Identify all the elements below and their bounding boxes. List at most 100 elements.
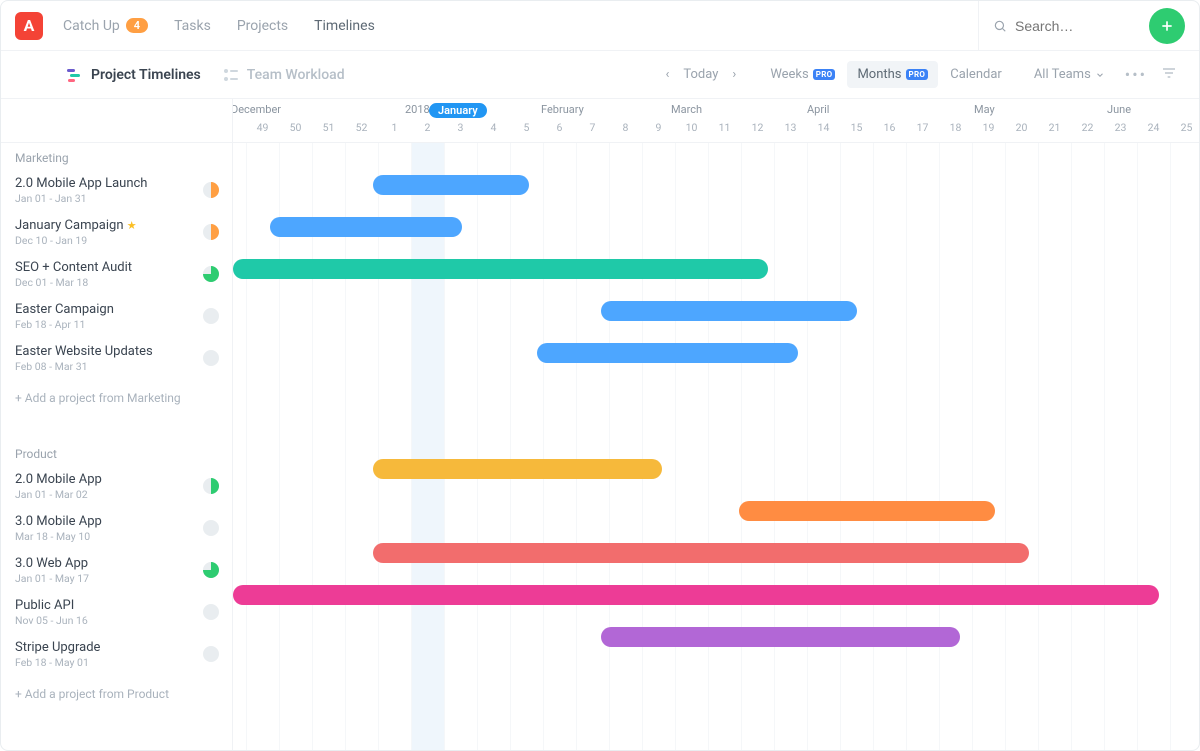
gantt-row [233,449,1199,491]
scale-calendar[interactable]: Calendar [940,61,1012,88]
project-name: 2.0 Mobile App [15,472,194,487]
project-row[interactable]: January Campaign ★Dec 10 - Jan 19 [1,211,232,253]
week-label: 23 [1104,121,1137,134]
gantt-row [233,617,1199,659]
nav-catch-up[interactable]: Catch Up 4 [63,18,148,34]
search-input[interactable] [1015,18,1125,34]
project-name: January Campaign ★ [15,218,194,233]
filter-button[interactable] [1157,61,1181,89]
gantt-row [233,491,1199,533]
timeline-icon [67,67,83,83]
nav-projects[interactable]: Projects [237,18,288,34]
gantt-bar[interactable] [270,217,462,237]
gantt-bar[interactable] [601,627,960,647]
week-label: 4 [477,121,510,134]
month-label: February [541,103,584,116]
week-label: 15 [840,121,873,134]
app-logo[interactable]: A [15,12,43,40]
week-label: 52 [345,121,378,134]
project-row[interactable]: 3.0 Web AppJan 01 - May 17 [1,549,232,591]
gantt-bar[interactable] [537,343,798,363]
project-dates: Feb 08 - Mar 31 [15,360,194,373]
filter-icon [1161,65,1177,81]
progress-pie-icon [202,307,220,325]
pro-badge: PRO [813,69,836,80]
today-control: ‹ Today › [661,63,740,86]
nav-catch-up-label: Catch Up [63,18,120,34]
project-row[interactable]: Easter CampaignFeb 18 - Apr 11 [1,295,232,337]
timeline[interactable]: 2018JanuaryDecemberFebruaryMarchAprilMay… [233,99,1199,750]
gantt-bar[interactable] [233,259,768,279]
project-dates: Nov 05 - Jun 16 [15,614,194,627]
project-name: 3.0 Mobile App [15,514,194,529]
project-dates: Feb 18 - May 01 [15,656,194,669]
gantt-bar[interactable] [739,501,995,521]
project-dates: Dec 10 - Jan 19 [15,234,194,247]
chevron-down-icon [1095,70,1105,80]
sub-header: Project Timelines Team Workload ‹ Today … [1,51,1199,99]
week-label: 14 [807,121,840,134]
gantt-row [233,207,1199,249]
pro-badge: PRO [906,69,929,80]
sidebar: Marketing2.0 Mobile App LaunchJan 01 - J… [1,99,233,750]
year-label: 2018 [405,103,430,116]
week-label: 7 [576,121,609,134]
gantt-bar[interactable] [373,175,529,195]
gantt-bar[interactable] [601,301,857,321]
week-label: 50 [279,121,312,134]
scale-months[interactable]: MonthsPRO [847,61,938,88]
week-label: 51 [312,121,345,134]
project-row[interactable]: Stripe UpgradeFeb 18 - May 01 [1,633,232,675]
week-label: 21 [1038,121,1071,134]
more-menu[interactable]: ••• [1121,61,1151,88]
nav-timelines[interactable]: Timelines [314,18,375,34]
tab-team-workload[interactable]: Team Workload [223,67,345,83]
nav-tasks[interactable]: Tasks [174,18,211,34]
month-label: December [233,103,281,116]
gantt-bar[interactable] [373,459,662,479]
gantt-row [233,575,1199,617]
gantt-bar[interactable] [233,585,1159,605]
prev-button[interactable]: ‹ [661,63,673,86]
search-icon [993,19,1007,33]
project-dates: Feb 18 - Apr 11 [15,318,194,331]
week-label: 1 [378,121,411,134]
progress-pie-icon [202,519,220,537]
main: Marketing2.0 Mobile App LaunchJan 01 - J… [1,99,1199,750]
progress-pie-icon [202,265,220,283]
teams-select[interactable]: All Teams [1034,67,1105,82]
gantt-bar[interactable] [373,543,1029,563]
gantt-row [233,249,1199,291]
teams-select-label: All Teams [1034,67,1091,82]
add-project-link[interactable]: + Add a project from Marketing [1,379,232,417]
week-label: 22 [1071,121,1104,134]
project-row[interactable]: 2.0 Mobile App LaunchJan 01 - Jan 31 [1,169,232,211]
month-label: March [671,103,702,116]
add-button[interactable] [1149,8,1185,44]
search-box[interactable] [978,1,1139,51]
project-dates: Jan 01 - Mar 02 [15,488,194,501]
timeline-header: 2018JanuaryDecemberFebruaryMarchAprilMay… [233,99,1199,143]
project-name: Public API [15,598,194,613]
tab-project-timelines[interactable]: Project Timelines [67,67,201,83]
project-name: SEO + Content Audit [15,260,194,275]
project-row[interactable]: SEO + Content AuditDec 01 - Mar 18 [1,253,232,295]
week-label: 16 [873,121,906,134]
today-label[interactable]: Today [683,67,718,82]
project-dates: Mar 18 - May 10 [15,530,194,543]
project-row[interactable]: 2.0 Mobile AppJan 01 - Mar 02 [1,465,232,507]
project-row[interactable]: Public APINov 05 - Jun 16 [1,591,232,633]
project-row[interactable]: Easter Website UpdatesFeb 08 - Mar 31 [1,337,232,379]
next-button[interactable]: › [728,63,740,86]
week-label: 2 [411,121,444,134]
project-name: 3.0 Web App [15,556,194,571]
scale-weeks[interactable]: WeeksPRO [760,61,845,88]
add-project-link[interactable]: + Add a project from Product [1,675,232,713]
progress-pie-icon [202,645,220,663]
week-label: 20 [1005,121,1038,134]
week-label: 6 [543,121,576,134]
top-nav: A Catch Up 4 Tasks Projects Timelines [1,1,1199,51]
project-row[interactable]: 3.0 Mobile AppMar 18 - May 10 [1,507,232,549]
project-dates: Jan 01 - May 17 [15,572,194,585]
current-month-pill: January [429,103,487,118]
